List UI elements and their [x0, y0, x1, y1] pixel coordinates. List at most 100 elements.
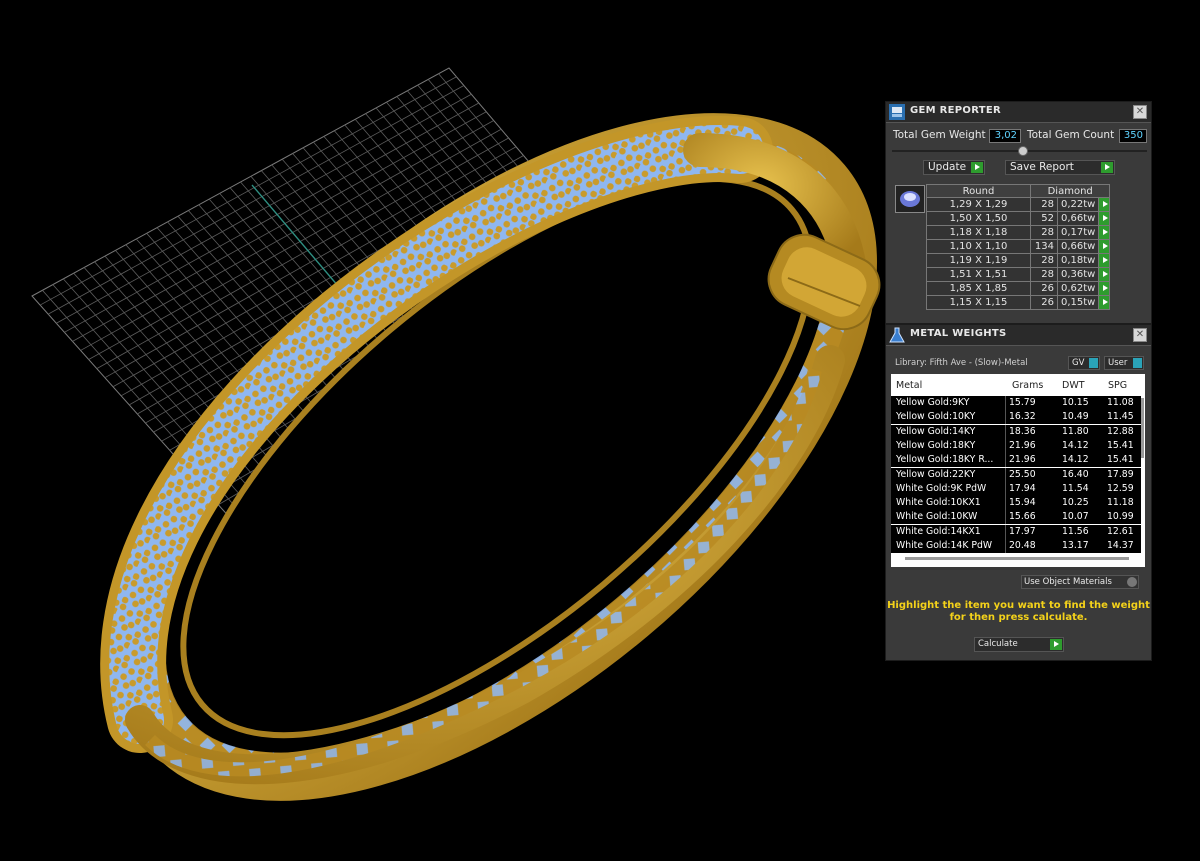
size-slider[interactable] — [892, 146, 1147, 156]
gem-size: 1,15 X 1,15 — [926, 295, 1031, 310]
info-icon — [1133, 358, 1142, 368]
select-row-arrow-icon[interactable] — [1098, 197, 1111, 212]
col-dwt[interactable]: DWT — [1062, 380, 1085, 391]
library-label: Library: Fifth Ave - (Slow)-Metal — [895, 358, 1028, 368]
metal-grams: 21.96 — [1009, 454, 1036, 466]
gem-shape-icon — [895, 185, 925, 213]
metal-dwt: 11.54 — [1062, 482, 1089, 494]
metal-name: Yellow Gold:18KY — [896, 439, 976, 451]
vertical-scrollbar[interactable] — [1141, 396, 1145, 548]
metal-grams: 15.94 — [1009, 497, 1036, 509]
bangle-model[interactable] — [33, 20, 962, 861]
metal-row[interactable]: White Gold:10KW 15.66 10.07 10.99 — [891, 510, 1141, 525]
close-icon[interactable]: ✕ — [1133, 328, 1147, 342]
metal-name: White Gold:10KX1 — [896, 497, 981, 509]
select-row-arrow-icon[interactable] — [1098, 281, 1111, 296]
gem-row[interactable]: 1,51 X 1,51 28 0,36tw — [926, 267, 1111, 282]
metal-row[interactable]: White Gold:9K PdW 17.94 11.54 12.59 — [891, 481, 1141, 496]
metal-row[interactable]: White Gold:14K PdW 20.48 13.17 14.37 — [891, 539, 1141, 553]
gem-table: Round Diamond 1,29 X 1,29 28 0,22tw 1,50 X … — [926, 184, 1111, 310]
select-row-arrow-icon[interactable] — [1098, 211, 1111, 226]
metal-dwt: 14.12 — [1062, 454, 1089, 466]
total-gem-weight-value: 3,02 — [989, 129, 1021, 143]
gem-count: 26 — [1030, 295, 1058, 310]
horizontal-scrollbar[interactable] — [905, 557, 1129, 560]
gem-total-weight: 0,66tw — [1056, 211, 1100, 226]
save-report-label: Save Report — [1010, 161, 1074, 173]
instruction-text: Highlight the item you want to find the … — [886, 600, 1151, 624]
gv-toggle[interactable]: GV — [1068, 356, 1100, 370]
gem-row[interactable]: 1,10 X 1,10 134 0,66tw — [926, 239, 1111, 254]
select-row-arrow-icon[interactable] — [1098, 253, 1111, 268]
user-toggle[interactable]: User — [1104, 356, 1144, 370]
gem-reporter-panel: GEM REPORTER ✕ Total Gem Weight 3,02 Tot… — [885, 101, 1152, 324]
metal-name: Yellow Gold:22KY — [896, 468, 976, 480]
update-button[interactable]: Update — [923, 160, 985, 175]
metal-dwt: 16.40 — [1062, 468, 1089, 480]
metal-row[interactable]: White Gold:14KX1 17.97 11.56 12.61 — [891, 524, 1141, 539]
col-spg[interactable]: SPG — [1108, 380, 1127, 391]
gem-total-weight: 0,66tw — [1056, 239, 1100, 254]
instruction-line-2: for then press calculate. — [949, 612, 1088, 623]
select-row-arrow-icon[interactable] — [1098, 267, 1111, 282]
play-icon — [971, 162, 983, 173]
material-header: Diamond — [1029, 184, 1111, 198]
gv-label: GV — [1072, 358, 1085, 368]
metal-row[interactable]: Yellow Gold:22KY 25.50 16.40 17.89 — [891, 467, 1141, 482]
select-row-arrow-icon[interactable] — [1098, 239, 1111, 254]
materials-select-label: Use Object Materials — [1024, 577, 1112, 587]
metal-spg: 11.45 — [1107, 411, 1134, 423]
col-grams[interactable]: Grams — [1012, 380, 1043, 391]
calculate-label: Calculate — [978, 639, 1018, 649]
metal-grams: 17.97 — [1009, 525, 1036, 537]
slider-thumb[interactable] — [1018, 146, 1028, 156]
metal-dwt: 11.80 — [1062, 425, 1089, 437]
metal-name: White Gold:10KW — [896, 511, 978, 523]
total-gem-weight-label: Total Gem Weight — [893, 129, 986, 141]
gem-reporter-titlebar[interactable]: GEM REPORTER ✕ — [886, 102, 1151, 123]
close-icon[interactable]: ✕ — [1133, 105, 1147, 119]
materials-select[interactable]: Use Object Materials — [1021, 575, 1139, 589]
gem-row[interactable]: 1,15 X 1,15 26 0,15tw — [926, 295, 1111, 310]
gem-count: 134 — [1030, 239, 1058, 254]
gem-size: 1,85 X 1,85 — [926, 281, 1031, 296]
metal-spg: 12.59 — [1107, 482, 1134, 494]
gem-total-weight: 0,18tw — [1056, 253, 1100, 268]
gem-count: 52 — [1030, 211, 1058, 226]
gem-row[interactable]: 1,19 X 1,19 28 0,18tw — [926, 253, 1111, 268]
select-row-arrow-icon[interactable] — [1098, 295, 1111, 310]
metal-grams: 17.94 — [1009, 482, 1036, 494]
calculate-button[interactable]: Calculate — [974, 637, 1064, 652]
metal-name: Yellow Gold:14KY — [896, 425, 976, 437]
save-report-button[interactable]: Save Report — [1005, 160, 1115, 175]
play-icon — [1101, 162, 1113, 173]
col-metal[interactable]: Metal — [896, 380, 922, 391]
metal-row[interactable]: Yellow Gold:18KY 21.96 14.12 15.41 — [891, 438, 1141, 453]
gem-size: 1,51 X 1,51 — [926, 267, 1031, 282]
metal-row[interactable]: Yellow Gold:10KY 16.32 10.49 11.45 — [891, 410, 1141, 425]
metal-grams: 15.79 — [1009, 397, 1036, 408]
gem-reporter-icon — [889, 104, 905, 120]
metal-dwt: 10.49 — [1062, 411, 1089, 423]
gem-row[interactable]: 1,29 X 1,29 28 0,22tw — [926, 197, 1111, 212]
gem-size: 1,50 X 1,50 — [926, 211, 1031, 226]
gem-row[interactable]: 1,85 X 1,85 26 0,62tw — [926, 281, 1111, 296]
metal-weights-titlebar[interactable]: METAL WEIGHTS ✕ — [886, 325, 1151, 346]
metal-row[interactable]: White Gold:10KX1 15.94 10.25 11.18 — [891, 496, 1141, 511]
metal-row[interactable]: Yellow Gold:18KY R... 21.96 14.12 15.41 — [891, 453, 1141, 468]
metal-spg: 11.08 — [1107, 397, 1134, 408]
metal-list[interactable]: Metal Grams DWT SPG Yellow Gold:9KY 15.79… — [891, 374, 1145, 567]
metal-row[interactable]: Yellow Gold:14KY 18.36 11.80 12.88 — [891, 424, 1141, 439]
total-gem-count-label: Total Gem Count — [1027, 129, 1115, 141]
metal-grams: 20.48 — [1009, 540, 1036, 551]
gem-row[interactable]: 1,50 X 1,50 52 0,66tw — [926, 211, 1111, 226]
shape-header: Round — [926, 184, 1031, 198]
gem-total-weight: 0,36tw — [1056, 267, 1100, 282]
metal-dwt: 10.25 — [1062, 497, 1089, 509]
select-row-arrow-icon[interactable] — [1098, 225, 1111, 240]
gem-size: 1,18 X 1,18 — [926, 225, 1031, 240]
metal-name: Yellow Gold:18KY R... — [896, 454, 994, 466]
metal-row[interactable]: Yellow Gold:9KY 15.79 10.15 11.08 — [891, 396, 1141, 410]
gem-row[interactable]: 1,18 X 1,18 28 0,17tw — [926, 225, 1111, 240]
info-icon — [1089, 358, 1098, 368]
